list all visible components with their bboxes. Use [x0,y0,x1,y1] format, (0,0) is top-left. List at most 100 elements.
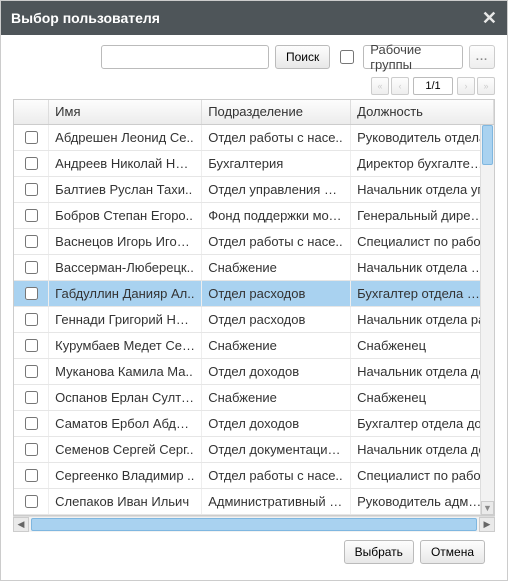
vscroll-thumb[interactable] [482,125,493,165]
cell-pos: Бухгалтер отдела рас [351,280,494,306]
workgroups-field[interactable]: Рабочие группы [363,45,463,69]
row-checkbox-cell[interactable] [14,384,49,410]
table-header-row: Имя Подразделение Должность [14,100,494,124]
search-button[interactable]: Поиск [275,45,330,69]
cell-name: Слепаков Иван Ильич [49,488,202,514]
cell-name: Курумбаев Медет Сер.. [49,332,202,358]
pager-prev-icon[interactable]: ‹ [391,77,409,95]
cell-dept: Отдел расходов [202,306,351,332]
cell-name: Семенов Сергей Серг.. [49,436,202,462]
table-row[interactable]: Балтиев Руслан Тахи..Отдел управления фи… [14,176,494,202]
row-checkbox-cell[interactable] [14,150,49,176]
cell-pos: Начальник отдела сна [351,254,494,280]
row-checkbox-cell[interactable] [14,228,49,254]
row-checkbox[interactable] [25,391,38,404]
table-row[interactable]: Бобров Степан Егоро..Фонд поддержки моло… [14,202,494,228]
row-checkbox-cell[interactable] [14,358,49,384]
row-checkbox[interactable] [25,235,38,248]
cell-dept: Административный от.. [202,488,351,514]
hscroll-right-icon[interactable]: ▶ [479,517,495,532]
cell-pos: Начальник отдела уп [351,176,494,202]
cell-name: Оспанов Ерлан Султа.. [49,384,202,410]
cell-pos: Директор бухгалтерии [351,150,494,176]
header-name[interactable]: Имя [49,100,202,124]
row-checkbox[interactable] [25,469,38,482]
table-row[interactable]: Габдуллин Данияр Ал..Отдел расходовБухга… [14,280,494,306]
search-input[interactable] [101,45,269,69]
cell-dept: Бухгалтерия [202,150,351,176]
workgroups-checkbox[interactable] [340,50,354,64]
row-checkbox-cell[interactable] [14,124,49,150]
header-dept[interactable]: Подразделение [202,100,351,124]
table-row[interactable]: Слепаков Иван ИльичАдминистративный от..… [14,488,494,514]
table-row[interactable]: Оспанов Ерлан Султа..СнабжениеСнабженец [14,384,494,410]
pager-first-icon[interactable]: « [371,77,389,95]
select-button[interactable]: Выбрать [344,540,414,564]
table-row[interactable]: Курумбаев Медет Сер..СнабжениеСнабженец [14,332,494,358]
row-checkbox-cell[interactable] [14,410,49,436]
row-checkbox-cell[interactable] [14,488,49,514]
row-checkbox[interactable] [25,209,38,222]
table-row[interactable]: Саматов Ербол Абдра..Отдел доходовБухгал… [14,410,494,436]
row-checkbox[interactable] [25,417,38,430]
cell-name: Васнецов Игорь Игоре.. [49,228,202,254]
dialog-title: Выбор пользователя [11,10,160,26]
table-row[interactable]: Андреев Николай Ник..БухгалтерияДиректор… [14,150,494,176]
row-checkbox-cell[interactable] [14,436,49,462]
dialog-footer: Выбрать Отмена [13,532,495,572]
row-checkbox[interactable] [25,339,38,352]
cell-pos: Специалист по работ [351,462,494,488]
header-pos[interactable]: Должность [351,100,494,124]
row-checkbox-cell[interactable] [14,306,49,332]
row-checkbox-cell[interactable] [14,254,49,280]
vertical-scrollbar[interactable]: ▼ [480,125,494,515]
pager: « ‹ › » [13,77,495,95]
pager-next-icon[interactable]: › [457,77,475,95]
row-checkbox-cell[interactable] [14,332,49,358]
hscroll-left-icon[interactable]: ◀ [13,517,29,532]
row-checkbox[interactable] [25,157,38,170]
row-checkbox[interactable] [25,443,38,456]
row-checkbox[interactable] [25,365,38,378]
row-checkbox[interactable] [25,131,38,144]
cancel-button[interactable]: Отмена [420,540,485,564]
cell-name: Вассерман-Люберецк.. [49,254,202,280]
row-checkbox[interactable] [25,313,38,326]
row-checkbox[interactable] [25,495,38,508]
close-icon[interactable]: ✕ [482,8,497,29]
pager-page-field[interactable] [413,77,453,95]
table-row[interactable]: Геннади Григорий Ник..Отдел расходовНача… [14,306,494,332]
cell-name: Сергеенко Владимир .. [49,462,202,488]
titlebar: Выбор пользователя ✕ [1,1,507,35]
table-row[interactable]: Семенов Сергей Серг..Отдел документации,… [14,436,494,462]
cell-name: Андреев Николай Ник.. [49,150,202,176]
cell-dept: Фонд поддержки моло.. [202,202,351,228]
row-checkbox-cell[interactable] [14,202,49,228]
cell-dept: Отдел работы с насе.. [202,462,351,488]
table-row[interactable]: Абдрешен Леонид Се..Отдел работы с насе.… [14,124,494,150]
row-checkbox-cell[interactable] [14,280,49,306]
table-row[interactable]: Васнецов Игорь Игоре..Отдел работы с нас… [14,228,494,254]
horizontal-scrollbar[interactable]: ◀ ▶ [13,516,495,532]
row-checkbox-cell[interactable] [14,176,49,202]
table-row[interactable]: Вассерман-Люберецк..СнабжениеНачальник о… [14,254,494,280]
cell-pos: Снабженец [351,384,494,410]
cell-pos: Руководитель админи [351,488,494,514]
users-table: Имя Подразделение Должность Абдрешен Лео… [14,100,494,515]
cell-dept: Отдел управления фи.. [202,176,351,202]
cell-dept: Снабжение [202,332,351,358]
header-checkbox-col[interactable] [14,100,49,124]
hscroll-thumb[interactable] [31,518,477,531]
search-row: Поиск Рабочие группы ... [13,45,495,69]
cell-dept: Отдел доходов [202,358,351,384]
row-checkbox-cell[interactable] [14,462,49,488]
row-checkbox[interactable] [25,261,38,274]
more-button[interactable]: ... [469,45,495,69]
cell-pos: Начальник отдела ра [351,306,494,332]
row-checkbox[interactable] [25,287,38,300]
row-checkbox[interactable] [25,183,38,196]
cell-name: Муканова Камила Ма.. [49,358,202,384]
table-row[interactable]: Муканова Камила Ма..Отдел доходовНачальн… [14,358,494,384]
pager-last-icon[interactable]: » [477,77,495,95]
table-row[interactable]: Сергеенко Владимир ..Отдел работы с насе… [14,462,494,488]
